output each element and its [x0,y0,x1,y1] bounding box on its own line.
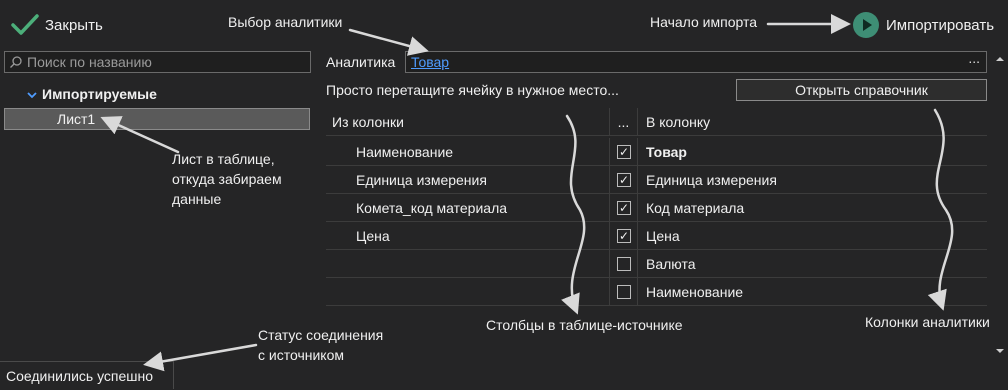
row-checkbox[interactable]: ✓ [617,173,631,187]
tree-item-sheet[interactable]: Лист1 [4,108,310,130]
row-from[interactable] [326,250,610,277]
table-row[interactable]: Комета_код материала ✓ Код материала [326,194,987,222]
chevron-down-icon[interactable] [26,88,38,100]
header-to[interactable]: В колонку [638,108,987,135]
table-row[interactable]: Наименование ✓ Товар [326,138,987,166]
scroll-down-icon[interactable] [995,343,1005,359]
row-check-cell: ✓ [610,166,638,193]
scroll-up-icon[interactable] [995,51,1005,67]
callout-analytics-columns: Колонки аналитики [865,314,990,330]
row-from[interactable]: Наименование [326,138,610,165]
search-box[interactable] [4,51,311,73]
row-checkbox[interactable] [617,257,631,271]
row-check-cell [610,250,638,277]
row-check-cell: ✓ [610,222,638,249]
callout-source-columns: Столбцы в таблице-источнике [486,317,683,333]
import-button[interactable]: Импортировать [852,11,994,39]
callout-sheet-line: Лист в таблице, [172,151,275,167]
header-check-label: ... [617,114,630,130]
callout-sheet-note: Лист в таблице, откуда забираем данные [172,149,282,209]
status-bar: Соединились успешно [0,361,174,389]
arrow-analytics-choice [348,28,429,56]
search-input[interactable] [23,54,307,70]
grid-header: Из колонки ... В колонку [326,108,987,136]
callout-import-start: Начало импорта [650,14,758,30]
tree-node-label: Импортируемые [42,86,157,102]
search-icon [9,55,23,69]
row-checkbox[interactable] [617,285,631,299]
row-check-cell: ✓ [610,138,638,165]
row-to[interactable]: Валюта [638,250,987,277]
check-icon [10,12,40,38]
analytics-value-link[interactable]: Товар [411,54,449,70]
callout-status-line: Статус соединения [258,327,384,343]
table-row[interactable]: Цена ✓ Цена [326,222,987,250]
callout-sheet-line: откуда забираем [172,171,282,187]
row-from[interactable]: Цена [326,222,610,249]
table-row[interactable]: Единица измерения ✓ Единица измерения [326,166,987,194]
tree-node-imported[interactable]: Импортируемые [26,86,157,102]
analytics-more-button[interactable]: ... [968,50,980,66]
callout-sheet-line: данные [172,191,222,207]
close-label: Закрыть [45,16,103,34]
row-to[interactable]: Товар [638,138,987,165]
callout-status-line: с источником [258,347,344,363]
vertical-scrollbar[interactable] [993,51,1008,355]
row-to[interactable]: Код материала [638,194,987,221]
row-to[interactable]: Единица измерения [638,166,987,193]
table-row[interactable]: Валюта [326,250,987,278]
header-from[interactable]: Из колонки [326,108,610,135]
row-check-cell [610,278,638,305]
analytics-label: Аналитика [326,54,396,70]
row-check-cell: ✓ [610,194,638,221]
row-from[interactable]: Комета_код материала [326,194,610,221]
row-from[interactable] [326,278,610,305]
analytics-field[interactable]: Товар ... [405,50,987,73]
row-from[interactable]: Единица измерения [326,166,610,193]
drag-hint: Просто перетащите ячейку в нужное место.… [326,82,619,98]
row-to[interactable]: Цена [638,222,987,249]
open-reference-button[interactable]: Открыть справочник [736,79,987,101]
callout-connection-status: Статус соединения с источником [258,325,383,365]
row-checkbox[interactable]: ✓ [617,229,631,243]
row-to[interactable]: Наименование [638,278,987,305]
callout-analytics-choice: Выбор аналитики [228,14,343,30]
status-text: Соединились успешно [6,368,154,384]
tree-item-label: Лист1 [57,111,96,127]
close-button[interactable]: Закрыть [10,12,103,38]
table-row[interactable]: Наименование [326,278,987,306]
play-icon [852,11,880,39]
row-checkbox[interactable]: ✓ [617,201,631,215]
import-label: Импортировать [886,16,995,34]
header-check[interactable]: ... [610,108,638,135]
row-checkbox[interactable]: ✓ [617,145,631,159]
